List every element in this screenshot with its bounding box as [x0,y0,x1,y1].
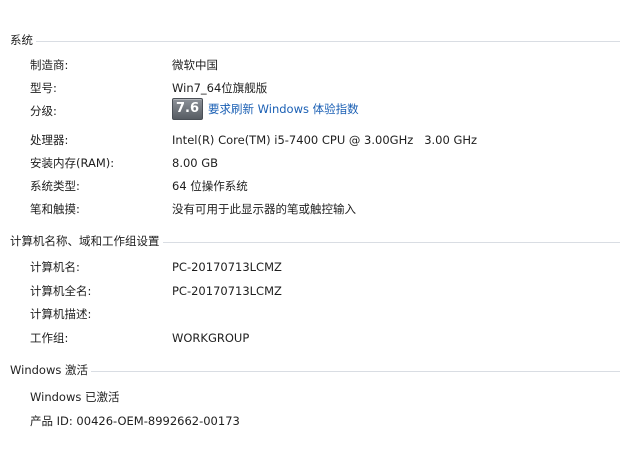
section-divider [162,242,620,243]
row-manufacturer: 制造商: 微软中国 [0,56,620,74]
row-model: 型号: Win7_64位旗舰版 [0,79,620,97]
computer-fullname-label: 计算机全名: [30,284,92,298]
row-system-type: 系统类型: 64 位操作系统 [0,177,620,195]
refresh-experience-index-link[interactable]: 要求刷新 Windows 体验指数 [208,100,359,118]
rating-label: 分级: [30,104,57,118]
row-workgroup: 工作组: WORKGROUP [0,329,620,347]
manufacturer-value: 微软中国 [172,58,218,72]
pen-touch-label: 笔和触摸: [30,202,80,216]
system-type-value: 64 位操作系统 [172,179,248,193]
row-product-id: 产品 ID: 00426-OEM-8992662-00173 [0,412,620,430]
manufacturer-label: 制造商: [30,58,69,72]
section-system-header: 系统 [10,32,620,48]
processor-label: 处理器: [30,133,69,147]
section-divider [36,41,620,42]
rating-group: 7.6 要求刷新 Windows 体验指数 [172,98,359,120]
row-pen-touch: 笔和触摸: 没有可用于此显示器的笔或触控输入 [0,200,620,218]
row-rating: 分级: 7.6 要求刷新 Windows 体验指数 [0,98,620,120]
computer-name-label: 计算机名: [30,260,80,274]
section-computer-header: 计算机名称、域和工作组设置 [10,233,620,249]
processor-value: Intel(R) Core(TM) i5-7400 CPU @ 3.00GHz … [172,133,478,147]
section-system-title: 系统 [10,33,33,47]
ram-label: 安装内存(RAM): [30,156,115,170]
row-computer-name: 计算机名: PC-20170713LCMZ [0,258,620,276]
section-computer-title: 计算机名称、域和工作组设置 [10,234,160,248]
row-processor: 处理器: Intel(R) Core(TM) i5-7400 CPU @ 3.0… [0,131,620,149]
row-activation-status: Windows 已激活 [0,388,620,406]
computer-name-value: PC-20170713LCMZ [172,260,282,274]
experience-index-badge: 7.6 [172,98,203,120]
computer-description-label: 计算机描述: [30,307,92,321]
model-value: Win7_64位旗舰版 [172,81,268,95]
row-ram: 安装内存(RAM): 8.00 GB [0,154,620,172]
section-activation-header: Windows 激活 [10,362,620,378]
row-computer-fullname: 计算机全名: PC-20170713LCMZ [0,282,620,300]
pen-touch-value: 没有可用于此显示器的笔或触控输入 [172,202,356,216]
row-computer-description: 计算机描述: [0,305,620,323]
computer-fullname-value: PC-20170713LCMZ [172,284,282,298]
section-activation-title: Windows 激活 [10,363,88,377]
workgroup-label: 工作组: [30,331,69,345]
ram-value: 8.00 GB [172,156,219,170]
section-divider [91,371,620,372]
activation-status: Windows 已激活 [30,390,120,404]
product-id: 产品 ID: 00426-OEM-8992662-00173 [30,414,240,428]
model-label: 型号: [30,81,57,95]
system-type-label: 系统类型: [30,179,80,193]
workgroup-value: WORKGROUP [172,331,250,345]
